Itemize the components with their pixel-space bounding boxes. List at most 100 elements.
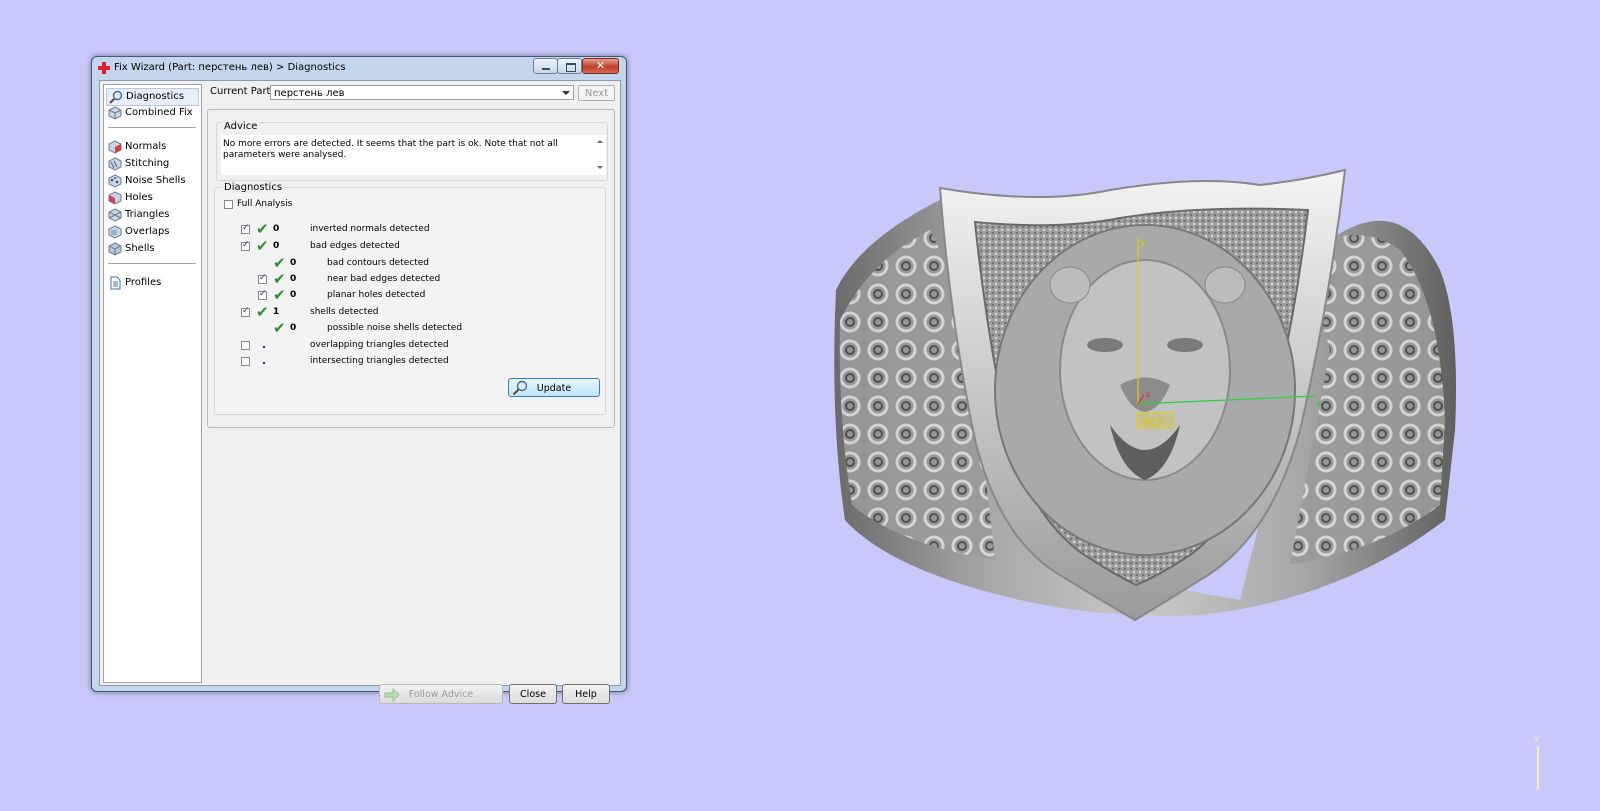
checkmark-icon: ✔ [273,319,286,337]
update-button-label: Update [536,383,572,394]
advice-scrollbar[interactable] [594,135,606,175]
sidebar-item-triangles[interactable]: Triangles [106,207,169,223]
axis-x-label: x [1316,399,1322,409]
sidebar-item-holes[interactable]: Holes [106,190,153,206]
bad-edges-text: bad edges detected [310,241,400,251]
diagnostics-panel: Advice No more errors are detected. It s… [207,109,615,428]
sidebar-divider [108,263,196,264]
magnifier-icon [109,90,123,104]
current-part-value: перстень лев [274,88,345,99]
bad-edges-checkbox[interactable] [241,240,250,251]
maximize-icon [566,63,576,72]
follow-advice-label: Follow Advice [408,689,474,700]
near-bad-edges-count: 0 [290,274,297,284]
overlapping-triangles-checkbox[interactable] [241,341,250,350]
intersecting-triangles-text: intersecting triangles detected [310,356,449,366]
full-analysis-label: Full Analysis [237,199,293,209]
sidebar-item-label: Noise Shells [125,175,186,186]
pending-dot-icon [263,362,265,364]
inverted-normals-count: 0 [273,224,280,234]
current-part-label: Current Part: [210,86,274,97]
close-button[interactable]: Close [509,684,557,704]
bad-contours-text: bad contours detected [327,258,429,268]
3d-viewport[interactable]: y x z WCS [640,0,1600,808]
axis-z-label: z [1146,390,1150,399]
intersecting-triangles-checkbox[interactable] [241,357,250,366]
inverted-normals-checkbox[interactable] [241,223,250,234]
title-bar[interactable]: Fix Wizard (Part: перстень лев) > Diagno… [92,57,626,79]
full-analysis-checkbox[interactable] [224,200,233,209]
sidebar-item-overlaps[interactable]: Overlaps [106,224,170,240]
noise-shells-count: 0 [290,323,297,333]
ring-model: y x z WCS [834,168,1456,622]
checkmark-icon: ✔ [273,270,286,288]
sidebar-item-label: Stitching [125,158,170,169]
sidebar-item-diagnostics[interactable]: Diagnostics [106,88,199,106]
arrow-right-icon [384,688,400,702]
sidebar-divider [108,127,196,128]
maximize-button[interactable] [557,58,582,74]
sidebar-item-stitching[interactable]: Stitching [106,156,169,172]
lion-left-ear [1049,266,1091,304]
noise-shells-text: possible noise shells detected [327,323,463,333]
pending-dot-icon [263,346,265,348]
corner-axis-y-label: Y [1533,735,1540,745]
sidebar-item-noise-shells[interactable]: Noise Shells [106,173,186,189]
shells-checkbox[interactable] [241,306,250,317]
scroll-up-icon[interactable] [597,140,603,143]
fix-sidebar: Diagnostics Combined Fix Normals Stitchi… [103,84,202,683]
diagnostics-title: Diagnostics [222,182,285,193]
next-button[interactable]: Next [578,85,615,101]
magnifier-icon [512,380,528,396]
near-bad-edges-text: near bad edges detected [327,274,441,284]
fix-wizard-window: Fix Wizard (Part: перстень лев) > Diagno… [91,56,627,704]
orientation-axis-indicator: Y [1533,735,1540,790]
sidebar-item-label: Profiles [125,277,162,288]
checkmark-icon: ✔ [273,286,286,304]
holes-cube-icon [108,191,122,205]
diagnostics-group: Diagnostics Full Analysis ✔ 0 inverted n… [214,182,606,415]
bad-contours-count: 0 [290,258,297,268]
help-button[interactable]: Help [562,684,610,704]
checkmark-icon: ✔ [256,303,269,321]
scroll-down-icon[interactable] [597,166,603,169]
cube-icon [108,106,122,120]
checkmark-icon: ✔ [256,237,269,255]
dialog-client-area: Diagnostics Combined Fix Normals Stitchi… [99,80,621,704]
bad-edges-count: 0 [273,241,280,251]
overlaps-cube-icon [108,225,122,239]
sidebar-item-normals[interactable]: Normals [106,139,166,155]
sidebar-item-shells[interactable]: Shells [106,241,155,257]
advice-title: Advice [222,121,260,132]
advice-text: No more errors are detected. It seems th… [223,139,573,161]
checkmark-icon: ✔ [273,254,286,272]
document-icon [110,276,121,290]
sidebar-item-label: Triangles [125,209,170,220]
close-window-button[interactable]: ✕ [582,58,619,74]
shells-count: 1 [273,307,280,317]
close-icon: ✕ [595,59,606,72]
advice-group: Advice No more errors are detected. It s… [216,121,608,181]
lion-right-eye [1167,338,1203,352]
sidebar-item-label: Shells [125,243,155,254]
checkmark-icon: ✔ [256,220,269,238]
red-cross-icon [98,62,110,74]
shells-text: shells detected [310,307,379,317]
inverted-normals-text: inverted normals detected [310,224,430,234]
lion-left-eye [1087,338,1123,352]
current-part-select[interactable]: перстень лев [270,85,574,100]
overlapping-triangles-text: overlapping triangles detected [310,340,449,350]
sidebar-item-profiles[interactable]: Profiles [106,275,161,291]
update-button[interactable]: Update [508,378,600,397]
minimize-icon [542,68,550,70]
shells-cube-icon [108,242,122,256]
minimize-button[interactable] [533,58,558,74]
follow-advice-button[interactable]: Follow Advice [379,684,503,704]
sidebar-item-combined-fix[interactable]: Combined Fix [106,105,193,121]
near-bad-edges-checkbox[interactable] [258,273,267,284]
sidebar-item-label: Holes [125,192,153,203]
sidebar-item-label: Overlaps [125,226,170,237]
planar-holes-checkbox[interactable] [258,289,267,300]
sidebar-item-label: Diagnostics [126,91,185,102]
sidebar-item-label: Normals [125,141,167,152]
